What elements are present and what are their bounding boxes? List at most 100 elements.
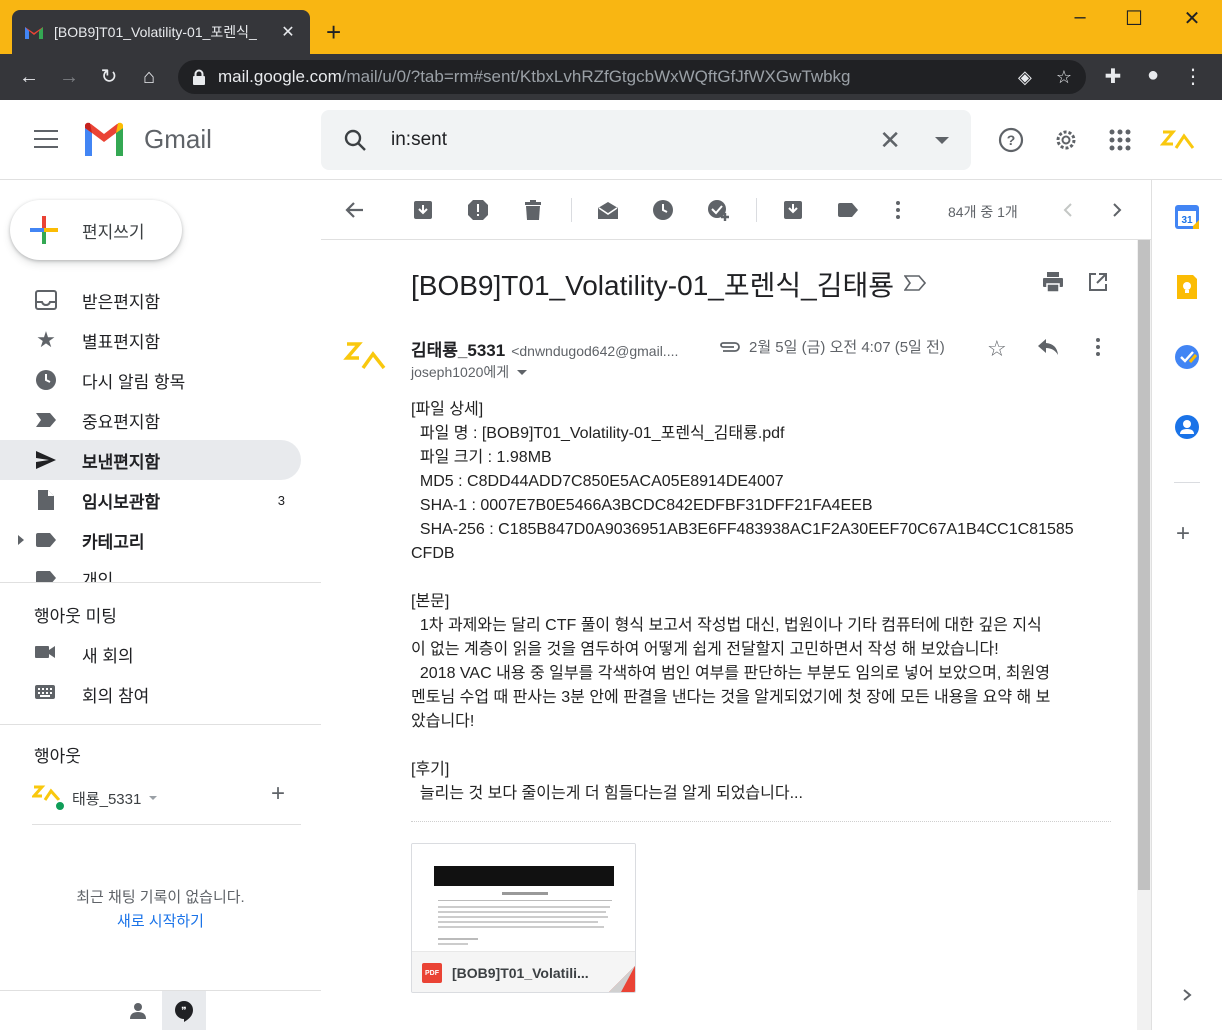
scrollbar-thumb[interactable] <box>1138 240 1150 890</box>
send-icon <box>34 448 58 472</box>
pdf-file-icon: PDF <box>422 963 442 983</box>
important-icon <box>34 408 58 432</box>
google-keep-icon[interactable] <box>1174 274 1200 300</box>
add-chat-icon[interactable]: + <box>271 780 285 808</box>
tab-close-icon[interactable]: ✕ <box>278 22 298 42</box>
newer-chevron-left-icon[interactable] <box>1056 198 1080 222</box>
sidebar-item-label: 받은편지함 <box>82 292 161 312</box>
main-menu-icon[interactable] <box>34 130 58 148</box>
attachment-card[interactable]: PDF [BOB9]T01_Volatili... <box>411 843 636 993</box>
contacts-person-icon[interactable] <box>128 1001 148 1021</box>
google-tasks-icon[interactable] <box>1174 344 1200 370</box>
message-body-line: 멘토님 수업 때 판사는 3분 안에 판결을 낸다는 것을 알게되었기에 첫 장… <box>411 689 1051 706</box>
sidebar-bottom-bar: ❞ <box>0 990 321 1030</box>
sidebar-item-inbox[interactable]: 받은편지함 <box>0 280 301 320</box>
recipient-row[interactable]: joseph1020에게 <box>411 362 528 382</box>
print-icon[interactable] <box>1042 271 1064 293</box>
extensions-icon[interactable]: ✚ <box>1100 64 1126 89</box>
compose-plus-icon <box>30 216 58 244</box>
home-icon[interactable]: ⌂ <box>136 64 162 90</box>
sender-avatar[interactable] <box>343 340 387 376</box>
browser-toolbar: ← → ↻ ⌂ mail.google.com /mail/u/0/?tab=r… <box>0 54 1222 100</box>
minimize-icon[interactable]: – <box>1060 6 1100 29</box>
recipient-details-icon[interactable] <box>517 369 528 375</box>
sidebar-item-starred[interactable]: ★ 별표편지함 <box>0 320 301 360</box>
reply-icon[interactable] <box>1037 338 1059 356</box>
older-chevron-right-icon[interactable] <box>1105 198 1129 222</box>
message-scrollbar[interactable] <box>1137 240 1151 1030</box>
window-close-icon[interactable]: ✕ <box>1172 6 1212 31</box>
message-body-line: 늘리는 것 보다 줄이는게 더 힘들다는걸 알게 되었습니다... <box>411 785 803 802</box>
star-message-icon[interactable]: ☆ <box>987 336 1007 362</box>
search-options-icon[interactable] <box>935 136 949 144</box>
sidebar-item-snoozed[interactable]: 다시 알림 항목 <box>0 360 301 400</box>
snooze-clock-icon[interactable] <box>651 198 675 222</box>
cast-icon[interactable]: ◈ <box>1018 67 1032 88</box>
star-icon: ★ <box>36 327 56 352</box>
join-meeting-label: 회의 참여 <box>82 687 150 706</box>
settings-gear-icon[interactable] <box>1052 126 1080 154</box>
search-icon[interactable] <box>343 128 367 152</box>
more-options-icon[interactable] <box>886 198 910 222</box>
clear-search-icon[interactable]: ✕ <box>879 125 901 156</box>
search-bar[interactable]: in:sent ✕ <box>321 110 971 170</box>
browser-tab[interactable]: [BOB9]T01_Volatility-01_포렌식_ ✕ <box>12 10 310 54</box>
gmail-logo[interactable]: Gmail <box>82 122 212 156</box>
status-dropdown-icon[interactable] <box>149 796 158 800</box>
inbox-icon <box>34 288 58 312</box>
compose-button[interactable]: 편지쓰기 <box>10 200 182 260</box>
label-icon <box>34 566 58 582</box>
start-new-chat-link[interactable]: 새로 시작하기 <box>0 910 321 931</box>
important-marker-icon[interactable] <box>904 275 926 291</box>
message-date-text: 2월 5일 (금) 오전 4:07 (5일 전) <box>749 339 945 356</box>
hangouts-tab[interactable]: ❞ <box>162 991 206 1030</box>
reload-icon[interactable]: ↻ <box>96 64 122 90</box>
sidebar-item-drafts[interactable]: 임시보관함 3 <box>0 480 301 520</box>
report-spam-icon[interactable] <box>466 198 490 222</box>
sender-row: 김태룡_5331 <dnwndugod642@gmail.... <box>411 336 678 361</box>
add-addon-icon[interactable]: + <box>1176 520 1190 548</box>
sidebar-divider <box>0 582 321 583</box>
account-avatar[interactable] <box>1160 126 1196 156</box>
label-tag-icon[interactable] <box>836 198 860 222</box>
google-calendar-icon[interactable]: 31 <box>1174 204 1200 230</box>
open-new-window-icon[interactable] <box>1088 272 1108 292</box>
delete-trash-icon[interactable] <box>521 198 545 222</box>
move-to-icon[interactable] <box>781 198 805 222</box>
new-tab-button[interactable]: + <box>326 18 341 46</box>
sender-name[interactable]: 김태룡_5331 <box>411 336 505 361</box>
bookmark-star-icon[interactable]: ☆ <box>1056 67 1072 88</box>
message-body-line: CFDB <box>411 545 455 562</box>
expand-caret-icon[interactable] <box>18 535 24 545</box>
browser-tabstrip: [BOB9]T01_Volatility-01_포렌식_ ✕ + – ☐ ✕ <box>0 0 1222 54</box>
hangouts-user[interactable]: 태룡_5331 <box>30 784 158 812</box>
add-to-tasks-icon[interactable] <box>706 198 730 222</box>
sidebar-item-sent[interactable]: 보낸편지함 <box>0 440 301 480</box>
hangouts-quote-icon: ❞ <box>175 1001 193 1022</box>
browser-menu-icon[interactable]: ⋮ <box>1180 64 1206 89</box>
search-input[interactable]: in:sent <box>391 129 879 151</box>
gmail-favicon-icon <box>25 27 43 39</box>
address-bar[interactable]: mail.google.com /mail/u/0/?tab=rm#sent/K… <box>178 60 1086 94</box>
apps-grid-icon[interactable] <box>1106 126 1134 154</box>
archive-icon[interactable] <box>411 198 435 222</box>
back-to-list-icon[interactable] <box>343 198 367 222</box>
help-icon[interactable]: ? <box>997 126 1025 154</box>
maximize-icon[interactable]: ☐ <box>1114 6 1154 31</box>
join-meeting-button[interactable]: 회의 참여 <box>34 682 149 707</box>
message-more-icon[interactable] <box>1088 337 1108 357</box>
google-contacts-icon[interactable] <box>1174 414 1200 440</box>
forward-icon[interactable]: → <box>56 64 82 90</box>
sidebar-item-personal[interactable]: 개인 <box>0 560 301 582</box>
profile-icon[interactable]: ● <box>1140 64 1166 87</box>
hangouts-divider <box>32 824 301 825</box>
hangouts-user-name: 태룡_5331 <box>72 790 142 808</box>
expand-panel-chevron-icon[interactable] <box>1180 988 1194 1002</box>
folder-list: 받은편지함 ★ 별표편지함 다시 알림 항목 중요편지함 보낸편지함 임시보관함… <box>0 280 321 582</box>
new-meeting-button[interactable]: 새 회의 <box>34 642 134 667</box>
sidebar-item-important[interactable]: 중요편지함 <box>0 400 301 440</box>
gmail-header: Gmail in:sent ✕ ? <box>0 100 1222 180</box>
mark-unread-icon[interactable] <box>596 198 620 222</box>
sidebar-item-categories[interactable]: 카테고리 <box>0 520 301 560</box>
back-icon[interactable]: ← <box>16 64 42 90</box>
